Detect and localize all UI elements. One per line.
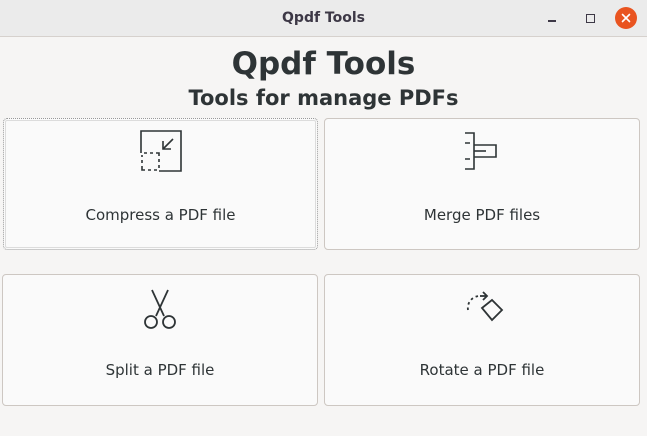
minimize-icon [548,20,556,22]
app-subtitle: Tools for manage PDFs [188,86,459,110]
close-button[interactable] [615,7,637,29]
maximize-icon [585,13,595,23]
compress-icon [139,130,182,172]
split-label: Split a PDF file [105,361,215,379]
rotate-icon [466,291,504,322]
compress-pdf-button[interactable]: Compress a PDF file [3,118,318,250]
maximize-button[interactable] [579,7,601,29]
close-icon [621,13,631,23]
minimize-button[interactable] [541,7,563,29]
title-bar: Qpdf Tools [0,0,647,37]
merge-icon [465,132,497,170]
scissors-icon [144,289,176,329]
split-pdf-button[interactable]: Split a PDF file [2,274,318,406]
compress-label: Compress a PDF file [85,206,236,224]
rotate-label: Rotate a PDF file [419,361,545,379]
rotate-pdf-button[interactable]: Rotate a PDF file [324,274,640,406]
app-title: Qpdf Tools [231,46,416,82]
merge-pdf-button[interactable]: Merge PDF files [324,118,640,250]
merge-label: Merge PDF files [423,206,541,224]
